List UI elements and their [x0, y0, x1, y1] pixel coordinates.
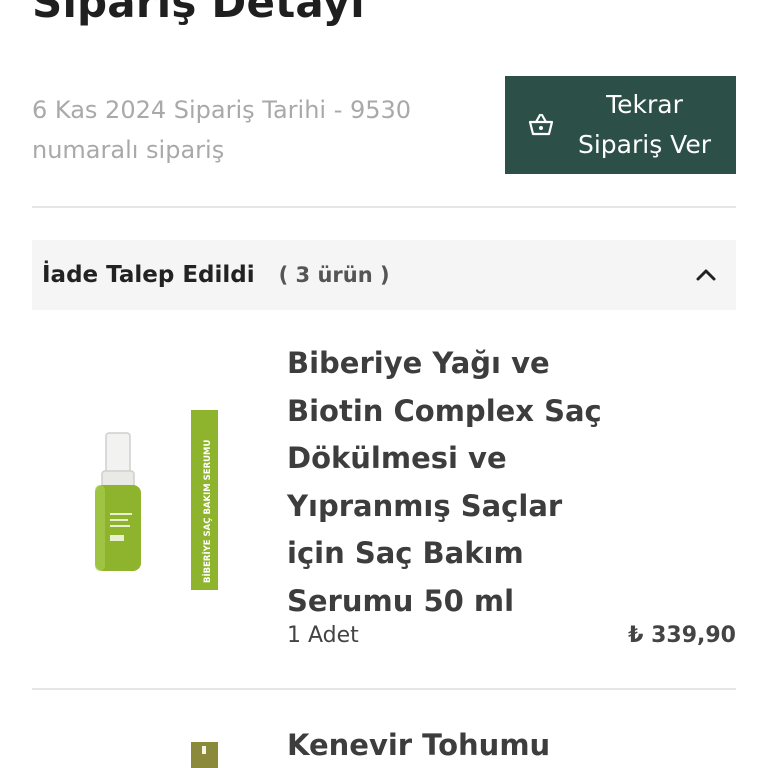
product-image[interactable]: BİBERİYE SAÇ BAKIM SERUMU [32, 335, 262, 675]
basket-icon [528, 113, 554, 136]
reorder-button[interactable]: Tekrar Sipariş Ver [505, 76, 736, 174]
product-name[interactable]: Biberiye Yağı ve Biotin Complex Saç Dökü… [287, 340, 617, 625]
reorder-button-label: Tekrar Sipariş Ver [577, 90, 712, 159]
product-name-2[interactable]: Kenevir Tohumu [287, 722, 617, 768]
item-count: ( 3 ürün ) [278, 263, 390, 287]
return-group-header[interactable]: İade Talep Edildi ( 3 ürün ) [32, 240, 736, 310]
return-status-label: İade Talep Edildi [42, 262, 255, 288]
product-price: ₺ 339,90 [628, 623, 736, 648]
item-divider [32, 688, 736, 690]
page-title: Sipariş Detayı [32, 0, 365, 27]
product-quantity: 1 Adet [287, 623, 359, 648]
header-divider [32, 206, 736, 208]
chevron-up-icon[interactable] [694, 263, 718, 287]
product-image-2[interactable] [32, 730, 262, 768]
order-meta: 6 Kas 2024 Sipariş Tarihi - 9530 numaral… [32, 96, 412, 164]
order-detail-page: Sipariş Detayı 6 Kas 2024 Sipariş Tarihi… [0, 0, 768, 768]
product-box-text: BİBERİYE SAÇ BAKIM SERUMU [202, 439, 213, 583]
